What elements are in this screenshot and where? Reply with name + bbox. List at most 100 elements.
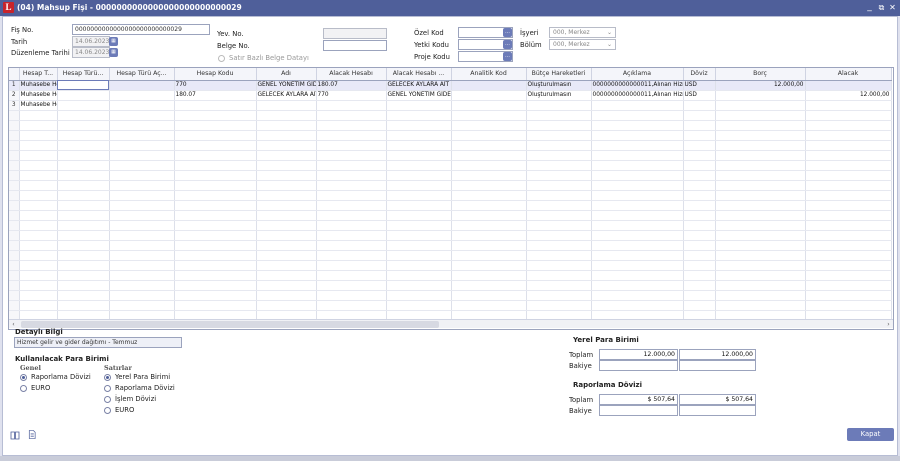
yev-no-input[interactable] bbox=[323, 28, 387, 39]
table-cell[interactable]: 770 bbox=[316, 90, 387, 101]
table-cell[interactable] bbox=[57, 90, 110, 101]
table-cell[interactable]: GELECEK AYLARA AİT bbox=[386, 80, 452, 91]
yev-no-label: Yev. No. bbox=[217, 30, 244, 38]
column-header[interactable]: Bütçe Hareketleri bbox=[526, 68, 592, 81]
table-cell[interactable] bbox=[451, 80, 527, 91]
table-cell[interactable]: 0000000000000011,Alınan Hizmet bbox=[591, 90, 684, 101]
kapat-button[interactable]: Kapat bbox=[847, 428, 894, 441]
table-cell[interactable] bbox=[316, 100, 387, 111]
table-cell[interactable]: 12.000,00 bbox=[805, 90, 892, 101]
table-cell[interactable] bbox=[715, 90, 806, 101]
detayli-bilgi-input[interactable]: Hizmet gelir ve gider dağıtımı - Temmuz bbox=[14, 337, 182, 348]
table-cell[interactable]: 0000000000000011,Alınan Hizmet bbox=[591, 80, 684, 91]
table-cell[interactable] bbox=[109, 80, 175, 91]
scroll-right-icon[interactable]: › bbox=[884, 320, 893, 329]
table-cell[interactable]: Oluşturulmasın bbox=[526, 90, 592, 101]
minimize-icon[interactable]: _ bbox=[864, 1, 875, 14]
tarih-input[interactable]: 14.06.2023 bbox=[72, 36, 110, 47]
genel-raporlama-dovizi-radio[interactable]: Raporlama Dövizi bbox=[20, 373, 91, 381]
empty-cell bbox=[256, 140, 317, 151]
column-header[interactable]: Alacak bbox=[805, 68, 892, 81]
column-header[interactable]: Hesap Türü... bbox=[57, 68, 110, 81]
yetki-kodu-lookup-button[interactable]: … bbox=[503, 40, 512, 49]
table-cell[interactable] bbox=[715, 100, 806, 111]
genel-euro-radio[interactable]: EURO bbox=[20, 384, 50, 392]
column-header[interactable]: Alacak Hesabı bbox=[316, 68, 387, 81]
satir-yerel-para-birimi-radio[interactable]: Yerel Para Birimi bbox=[104, 373, 170, 381]
horizontal-scrollbar[interactable]: ‹ › bbox=[9, 319, 893, 328]
column-header[interactable]: Hesap Türü Aç... bbox=[109, 68, 175, 81]
chevron-down-icon: ⌄ bbox=[606, 41, 612, 48]
column-header[interactable]: Analitik Kod bbox=[451, 68, 527, 81]
column-header[interactable]: Hesap Kodu bbox=[174, 68, 257, 81]
empty-cell bbox=[526, 240, 592, 251]
yerel-toplam-alacak: 12.000,00 bbox=[679, 349, 756, 360]
column-header[interactable] bbox=[9, 68, 20, 81]
column-header[interactable]: Döviz bbox=[683, 68, 716, 81]
document-icon[interactable] bbox=[27, 430, 37, 439]
table-cell[interactable] bbox=[109, 90, 175, 101]
table-cell[interactable] bbox=[805, 80, 892, 91]
table-cell[interactable] bbox=[256, 100, 317, 111]
empty-cell bbox=[526, 110, 592, 121]
column-header[interactable]: Hesap T... bbox=[19, 68, 58, 81]
table-cell[interactable]: 180.07 bbox=[316, 80, 387, 91]
empty-cell bbox=[591, 200, 684, 211]
table-row[interactable]: 3 Muhasebe He bbox=[9, 100, 892, 111]
radio-label: Raporlama Dövizi bbox=[31, 373, 91, 381]
belge-no-input[interactable] bbox=[323, 40, 387, 51]
column-header[interactable]: Alacak Hesabı ... bbox=[386, 68, 452, 81]
fis-no-input[interactable]: 0000000000000000000000000029 bbox=[72, 24, 210, 35]
book-icon[interactable] bbox=[10, 431, 20, 440]
empty-cell bbox=[715, 230, 806, 241]
scrollbar-thumb[interactable] bbox=[21, 321, 439, 328]
satir-bazli-checkbox[interactable]: Satır Bazlı Belge Datayı bbox=[218, 54, 309, 62]
table-cell[interactable]: Muhasebe He bbox=[19, 80, 58, 91]
empty-cell bbox=[57, 170, 110, 181]
table-cell[interactable]: GENEL YÖNETİM GİDER bbox=[386, 90, 452, 101]
duzenleme-tarihi-input[interactable]: 14.06.2023 bbox=[72, 47, 110, 58]
table-cell[interactable] bbox=[591, 100, 684, 111]
table-cell[interactable] bbox=[805, 100, 892, 111]
column-header[interactable]: Adı bbox=[256, 68, 317, 81]
restore-icon[interactable]: ⧉ bbox=[876, 1, 887, 14]
column-header[interactable]: Açıklama bbox=[591, 68, 684, 81]
column-header[interactable]: Borç bbox=[715, 68, 806, 81]
table-cell[interactable]: USD bbox=[683, 80, 716, 91]
table-row[interactable]: 2 Muhasebe He 180.07 GELECEK AYLARA AİT 770 G… bbox=[9, 90, 892, 101]
calendar-icon[interactable]: ▦ bbox=[109, 37, 118, 46]
table-cell[interactable] bbox=[683, 100, 716, 111]
satir-euro-radio[interactable]: EURO bbox=[104, 406, 134, 414]
table-cell[interactable]: Muhasebe He bbox=[19, 90, 58, 101]
close-icon[interactable]: ✕ bbox=[887, 1, 898, 14]
table-cell[interactable]: Oluşturulmasın bbox=[526, 80, 592, 91]
empty-cell bbox=[9, 200, 20, 211]
table-cell[interactable] bbox=[57, 80, 110, 91]
table-cell[interactable]: 180.07 bbox=[174, 90, 257, 101]
table-row[interactable]: 1 Muhasebe He 770 GENEL YÖNETİM GİD 180.07 GE… bbox=[9, 80, 892, 91]
table-cell[interactable] bbox=[174, 100, 257, 111]
table-cell[interactable] bbox=[386, 100, 452, 111]
table-cell[interactable]: USD bbox=[683, 90, 716, 101]
table-cell[interactable] bbox=[109, 100, 175, 111]
table-cell[interactable]: GENEL YÖNETİM GİD bbox=[256, 80, 317, 91]
table-cell[interactable] bbox=[57, 100, 110, 111]
empty-cell bbox=[57, 240, 110, 251]
satir-islem-dovizi-radio[interactable]: İşlem Dövizi bbox=[104, 395, 156, 403]
satir-raporlama-dovizi-radio[interactable]: Raporlama Dövizi bbox=[104, 384, 175, 392]
table-cell[interactable] bbox=[526, 100, 592, 111]
table-cell[interactable] bbox=[451, 100, 527, 111]
empty-cell bbox=[57, 190, 110, 201]
proje-kodu-lookup-button[interactable]: … bbox=[503, 52, 512, 61]
transactions-grid[interactable]: Hesap T... Hesap Türü... Hesap Türü Aç... H… bbox=[8, 67, 894, 330]
table-cell[interactable]: Muhasebe He bbox=[19, 100, 58, 111]
bolum-select[interactable]: 000, Merkez ⌄ bbox=[549, 39, 616, 50]
table-cell[interactable] bbox=[451, 90, 527, 101]
table-cell[interactable]: GELECEK AYLARA AİT bbox=[256, 90, 317, 101]
isyeri-select[interactable]: 000, Merkez ⌄ bbox=[549, 27, 616, 38]
table-cell[interactable]: 770 bbox=[174, 80, 257, 91]
calendar-icon[interactable]: ▦ bbox=[109, 48, 118, 57]
table-cell[interactable]: 12.000,00 bbox=[715, 80, 806, 91]
ozel-kod-lookup-button[interactable]: … bbox=[503, 28, 512, 37]
empty-cell bbox=[174, 250, 257, 261]
